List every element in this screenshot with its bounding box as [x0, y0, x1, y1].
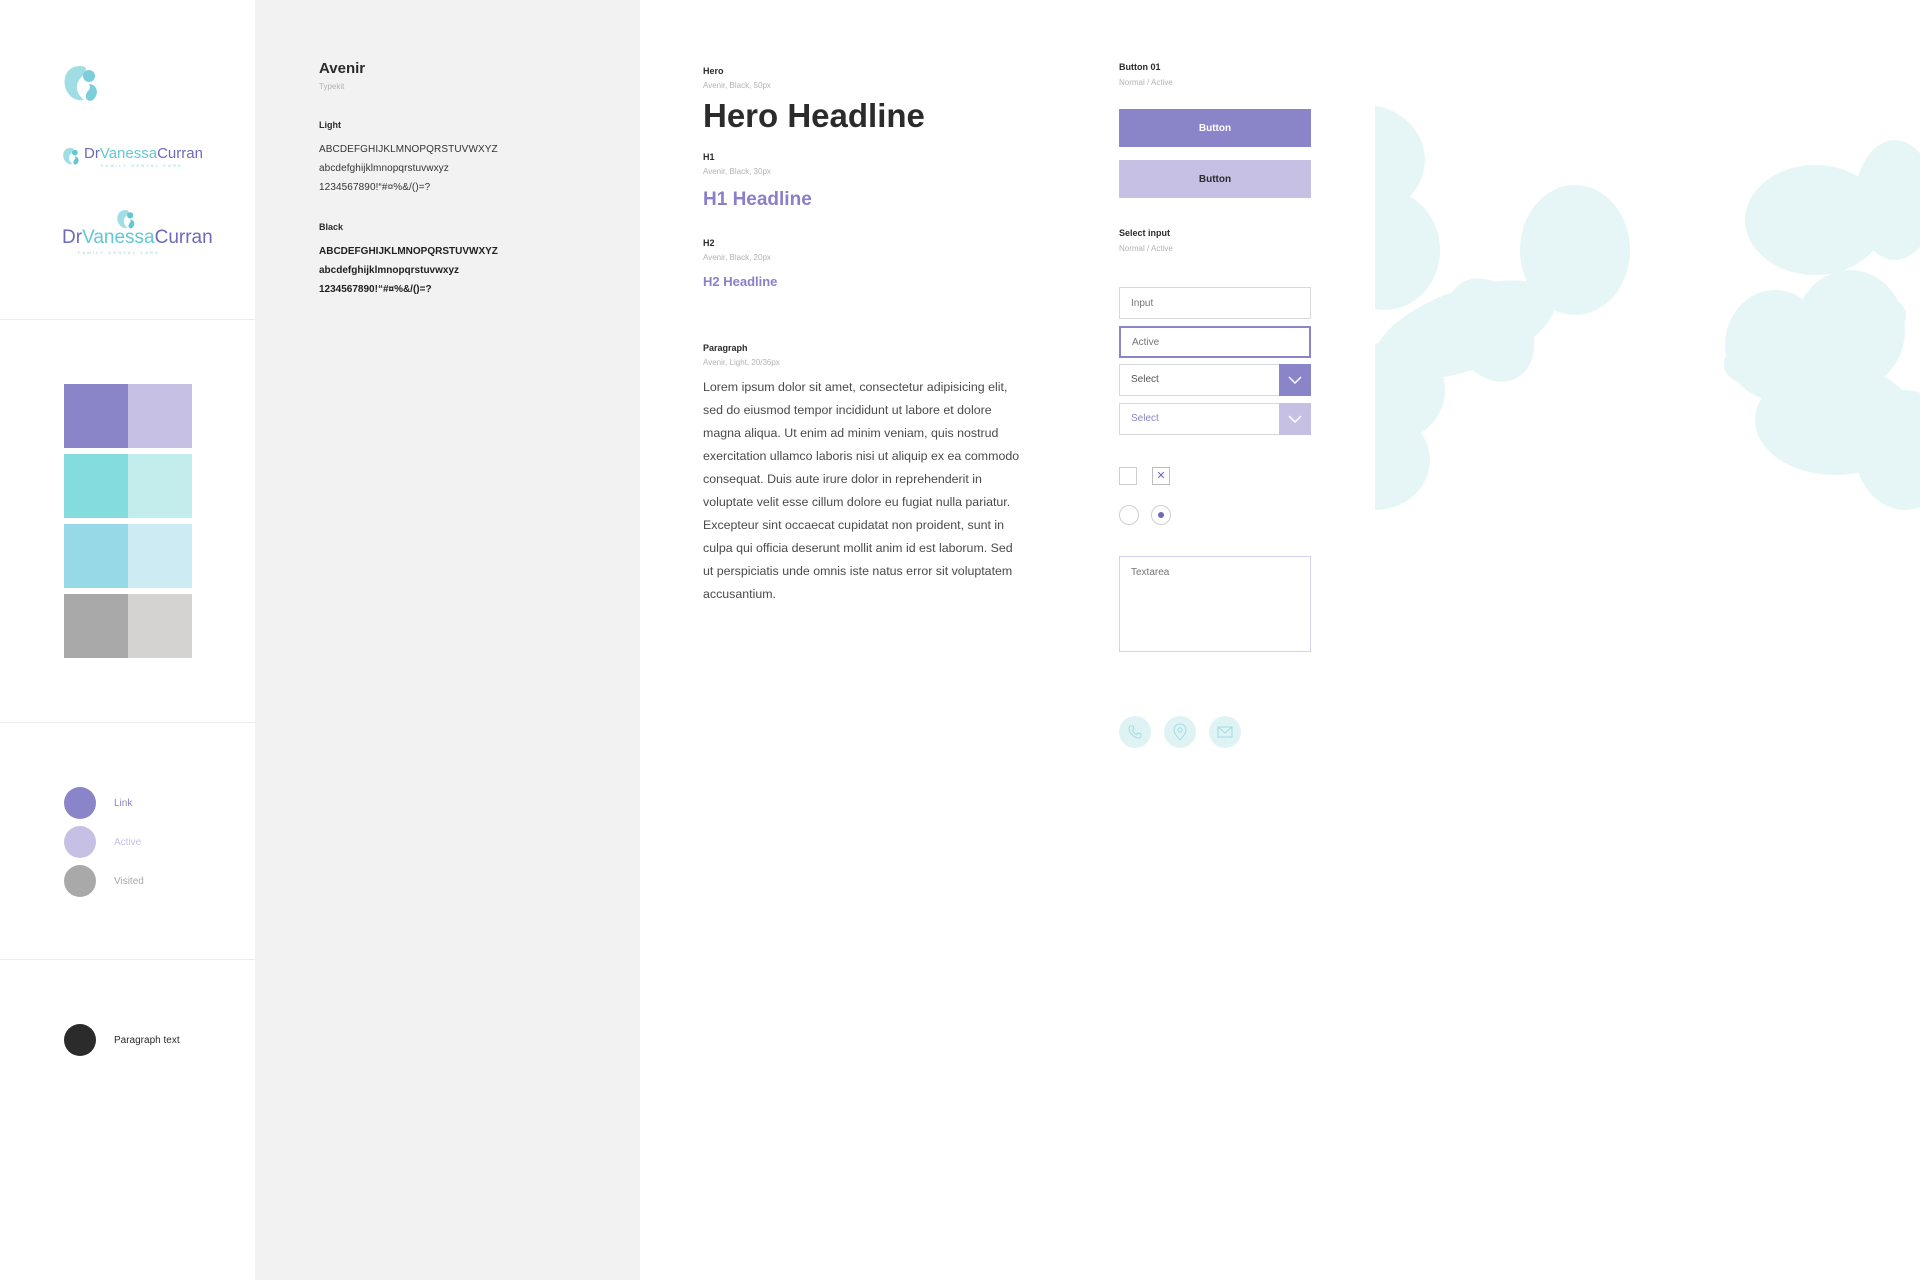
palette-swatch	[64, 594, 128, 658]
h1-label: H1	[703, 152, 715, 162]
text-input-active[interactable]	[1119, 326, 1311, 358]
palette-swatch	[64, 524, 128, 588]
h2-label: H2	[703, 238, 715, 248]
button-active[interactable]: Button	[1119, 160, 1311, 198]
mail-icon[interactable]	[1209, 716, 1241, 748]
logo-curran: Curran	[157, 145, 203, 162]
button-normal[interactable]: Button	[1119, 109, 1311, 147]
logo-dr: Dr	[84, 145, 100, 162]
palette-swatch	[64, 454, 128, 518]
components-column: Button 01 Normal / Active Button Button …	[1055, 0, 1376, 1280]
checkbox-unchecked[interactable]	[1119, 467, 1137, 485]
chevron-down-icon[interactable]	[1279, 364, 1311, 396]
logo-curran: Curran	[154, 227, 213, 248]
hero-label: Hero	[703, 66, 724, 76]
link-state-label[interactable]: Visited	[114, 876, 144, 887]
select-normal-label: Select	[1131, 374, 1159, 385]
palette-swatch	[128, 594, 192, 658]
black-lowercase: abcdefghijklmnopqrstuvwxyz	[319, 265, 460, 276]
select-meta: Normal / Active	[1119, 244, 1173, 253]
checkbox-checked[interactable]: ✕	[1152, 467, 1170, 485]
typography-column: Avenir Typekit Light ABCDEFGHIJKLMNOPQRS…	[255, 0, 640, 1280]
select-title: Select input	[1119, 228, 1171, 238]
phone-icon[interactable]	[1119, 716, 1151, 748]
black-uppercase: ABCDEFGHIJKLMNOPQRSTUVWXYZ	[319, 246, 498, 257]
light-weight-label: Light	[319, 120, 341, 130]
divider	[0, 319, 255, 320]
check-x-icon: ✕	[1156, 469, 1166, 482]
text-input[interactable]	[1119, 287, 1311, 319]
font-source: Typekit	[319, 82, 345, 91]
decorative-pattern	[1375, 0, 1920, 1280]
button-meta: Normal / Active	[1119, 78, 1173, 87]
brand-column: DrVanessaCurran FAMILY DENTAL CARE DrVan…	[0, 0, 256, 1280]
radio-unchecked[interactable]	[1119, 505, 1139, 525]
select-active-label: Select	[1131, 413, 1159, 424]
link-state-label[interactable]: Active	[114, 837, 141, 848]
h1-headline: H1 Headline	[703, 189, 812, 210]
link-state-dot	[64, 826, 96, 858]
logo-small-symbol-icon	[63, 147, 79, 165]
h1-meta: Avenir, Black, 30px	[703, 167, 771, 176]
button-title: Button 01	[1119, 62, 1161, 72]
paragraph-label: Paragraph	[703, 343, 748, 353]
link-state-dot	[64, 865, 96, 897]
select-active[interactable]: Select	[1119, 403, 1311, 435]
hero-headline: Hero Headline	[703, 97, 925, 134]
link-state-dot	[64, 787, 96, 819]
h2-meta: Avenir, Black, 20px	[703, 253, 771, 262]
palette-swatch	[128, 524, 192, 588]
divider	[0, 722, 255, 723]
divider	[0, 959, 255, 960]
logo-vanessa: Vanessa	[82, 227, 155, 248]
paragraph-sample: Lorem ipsum dolor sit amet, consectetur …	[703, 380, 1020, 601]
black-digits: 1234567890!“#¤%&/()=?	[319, 284, 432, 295]
chevron-down-icon[interactable]	[1279, 403, 1311, 435]
light-uppercase: ABCDEFGHIJKLMNOPQRSTUVWXYZ	[319, 144, 498, 155]
headings-column: Hero Avenir, Black, 50px Hero Headline H…	[640, 0, 1056, 1280]
paragraph-color-dot	[64, 1024, 96, 1056]
paragraph-meta: Avenir, Light, 20/36px	[703, 358, 780, 367]
logo-symbol-icon	[64, 66, 97, 101]
h2-headline: H2 Headline	[703, 274, 778, 289]
hero-meta: Avenir, Black, 50px	[703, 81, 771, 90]
logo-tagline-small: FAMILY DENTAL CARE	[101, 163, 184, 168]
palette-swatch	[128, 454, 192, 518]
font-name: Avenir	[319, 60, 366, 77]
logo-tagline-stacked: FAMILY DENTAL CARE	[78, 250, 161, 255]
link-state-label[interactable]: Link	[114, 798, 132, 809]
logo-wordmark-small: DrVanessaCurran	[84, 145, 203, 162]
paragraph-color-label: Paragraph text	[114, 1035, 180, 1046]
radio-checked[interactable]	[1151, 505, 1171, 525]
radio-dot-icon	[1158, 512, 1164, 518]
light-lowercase: abcdefghijklmnopqrstuvwxyz	[319, 163, 449, 174]
black-weight-label: Black	[319, 222, 344, 232]
textarea[interactable]	[1119, 556, 1311, 652]
light-digits: 1234567890!“#¤%&/()=?	[319, 182, 431, 193]
palette-swatch	[128, 384, 192, 448]
logo-vanessa: Vanessa	[99, 145, 158, 162]
location-pin-icon[interactable]	[1164, 716, 1196, 748]
pattern-bubbles-icon	[1375, 105, 1920, 510]
logo-wordmark-stacked: DrVanessaCurran	[62, 227, 213, 249]
palette-swatch	[64, 384, 128, 448]
logo-dr: Dr	[62, 227, 83, 248]
select-normal[interactable]: Select	[1119, 364, 1311, 396]
